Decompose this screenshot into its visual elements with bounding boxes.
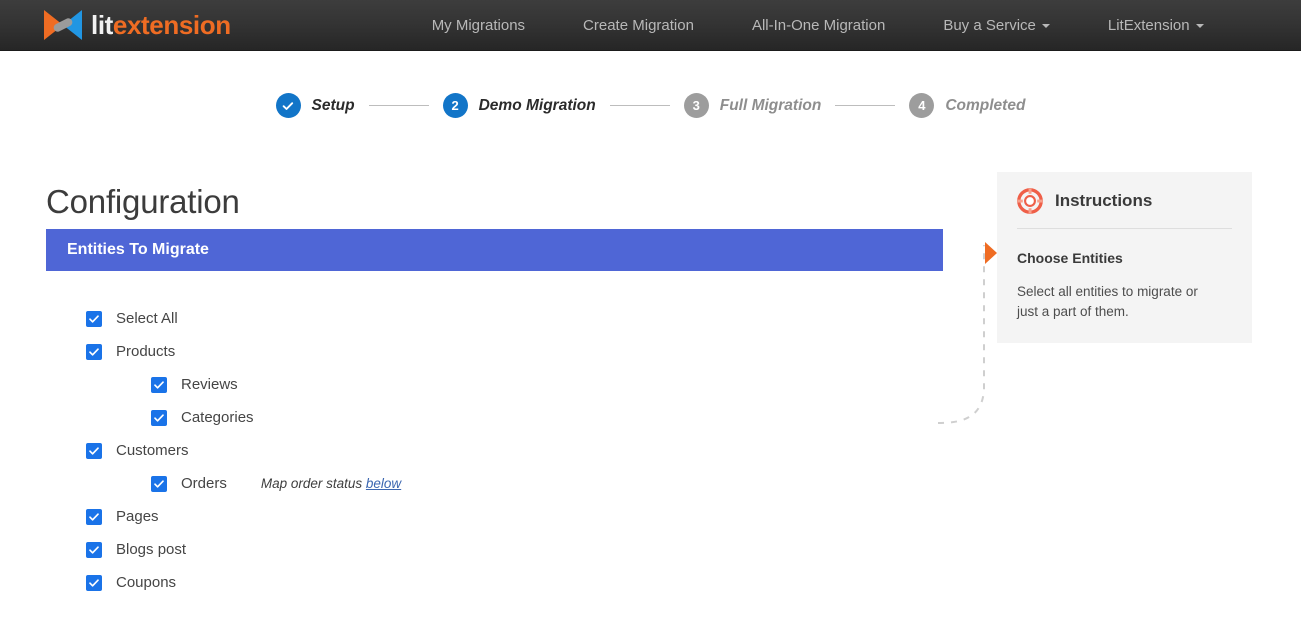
entity-row-pages[interactable]: Pages [86,500,943,533]
entity-row-select-all[interactable]: Select All [86,302,943,335]
entity-label[interactable]: Blogs post [116,541,186,558]
entities-panel-title: Entities To Migrate [67,241,209,259]
check-icon [88,445,100,457]
check-icon [88,511,100,523]
step-connector-2 [610,105,670,106]
checkbox-reviews[interactable] [151,377,167,393]
logo-wordmark: litextension [91,12,231,38]
checkbox-coupons[interactable] [86,575,102,591]
nav-label: Create Migration [583,17,694,34]
check-icon [153,379,165,391]
entity-row-customers[interactable]: Customers [86,434,943,467]
step-demo-migration[interactable]: 2 Demo Migration [443,93,596,118]
nav-label: LitExtension [1108,17,1190,34]
order-status-note: Map order status below [261,476,401,491]
migration-step-indicator: Setup 2 Demo Migration 3 Full Migration … [0,93,1301,118]
top-navigation-bar: litextension My Migrations Create Migrat… [0,0,1301,51]
entity-row-products[interactable]: Products [86,335,943,368]
check-icon [88,313,100,325]
check-icon [88,346,100,358]
step-circle-3: 3 [684,93,709,118]
chevron-down-icon [1196,24,1204,28]
step-label-1: Setup [312,97,355,115]
entity-row-reviews[interactable]: Reviews [86,368,943,401]
page-title: Configuration [46,183,240,221]
nav-item-all-in-one-migration[interactable]: All-In-One Migration [723,0,914,51]
entity-label[interactable]: Select All [116,310,178,327]
logo-text-primary: lit [91,10,113,40]
instructions-body-text: Select all entities to migrate or just a… [1017,282,1215,321]
step-label-4: Completed [945,97,1025,115]
checkbox-select-all[interactable] [86,311,102,327]
check-icon [153,478,165,490]
entity-label[interactable]: Reviews [181,376,238,393]
map-order-status-link[interactable]: below [366,476,401,491]
nav-item-my-migrations[interactable]: My Migrations [403,0,554,51]
step-label-3: Full Migration [720,97,822,115]
entities-to-migrate-panel: Entities To Migrate Select All Products … [46,229,943,599]
checkbox-customers[interactable] [86,443,102,459]
checkbox-blogs-post[interactable] [86,542,102,558]
check-icon [281,99,295,113]
step-connector-1 [369,105,429,106]
life-ring-icon [1017,188,1043,214]
entity-label[interactable]: Pages [116,508,159,525]
entity-label[interactable]: Coupons [116,574,176,591]
step-circle-4: 4 [909,93,934,118]
checkbox-pages[interactable] [86,509,102,525]
entity-row-categories[interactable]: Categories [86,401,943,434]
step-completed[interactable]: 4 Completed [909,93,1025,118]
instructions-pointer-arrow-icon [985,242,997,264]
nav-item-litextension-account[interactable]: LitExtension [1079,0,1233,51]
instructions-panel: Instructions Choose Entities Select all … [997,172,1252,343]
entity-label[interactable]: Products [116,343,175,360]
litextension-logo-icon [44,10,82,40]
instructions-subtitle: Choose Entities [1017,250,1232,266]
nav-label: Buy a Service [943,17,1036,34]
entity-label[interactable]: Orders [181,475,227,492]
entity-label[interactable]: Customers [116,442,189,459]
site-logo[interactable]: litextension [44,0,231,51]
instructions-header: Instructions [1017,188,1232,229]
nav-label: All-In-One Migration [752,17,885,34]
check-icon [88,544,100,556]
entity-label[interactable]: Categories [181,409,254,426]
checkbox-categories[interactable] [151,410,167,426]
nav-item-create-migration[interactable]: Create Migration [554,0,723,51]
check-icon [88,577,100,589]
step-label-2: Demo Migration [479,97,596,115]
entities-checkbox-list: Select All Products Reviews Categories C [46,302,943,599]
nav-item-buy-a-service[interactable]: Buy a Service [914,0,1079,51]
step-circle-2: 2 [443,93,468,118]
step-circle-1 [276,93,301,118]
entities-panel-header: Entities To Migrate [46,229,943,271]
main-nav: My Migrations Create Migration All-In-On… [403,0,1233,51]
step-connector-3 [835,105,895,106]
checkbox-orders[interactable] [151,476,167,492]
step-setup[interactable]: Setup [276,93,355,118]
check-icon [153,412,165,424]
entity-row-coupons[interactable]: Coupons [86,566,943,599]
order-status-note-text: Map order status [261,476,362,491]
logo-text-accent: extension [113,10,231,40]
instructions-title: Instructions [1055,191,1152,211]
nav-label: My Migrations [432,17,525,34]
checkbox-products[interactable] [86,344,102,360]
entity-row-blogs-post[interactable]: Blogs post [86,533,943,566]
step-full-migration[interactable]: 3 Full Migration [684,93,822,118]
chevron-down-icon [1042,24,1050,28]
entity-row-orders[interactable]: Orders Map order status below [86,467,943,500]
